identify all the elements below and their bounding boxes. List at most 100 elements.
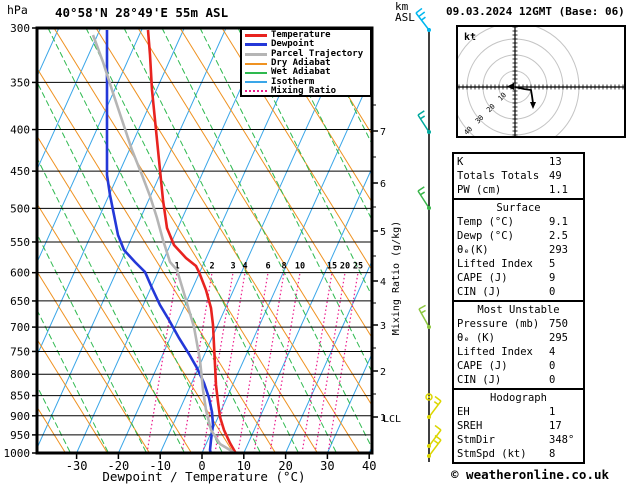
row-value: 0: [549, 374, 556, 386]
pressure-tick-label: 400: [10, 124, 30, 137]
row-value: 348°: [549, 434, 575, 446]
table-title: Most Unstable: [477, 304, 560, 316]
table-row: CAPE (J) 0: [454, 359, 583, 373]
isotherm-line: [368, 445, 372, 453]
row-label: θₑ (K): [457, 332, 495, 344]
row-label: StmDir: [457, 434, 495, 446]
legend-line-sample: [245, 52, 267, 56]
pressure-tick-label: 500: [10, 202, 30, 215]
data-table: K 13 Totals Totals 49 PW (cm) 1.1: [452, 152, 585, 200]
legend-line-sample: [245, 71, 267, 74]
hodograph-trace-arrow: [530, 102, 536, 109]
stats-panel: K 13 Totals Totals 49 PW (cm) 1.1 Surface Temp …: [452, 152, 585, 464]
mixing-ratio-label: 25: [353, 262, 363, 272]
mixing-ratio-label: 4: [242, 262, 247, 272]
table-row: Temp (°C) 9.1: [454, 215, 583, 229]
row-label: CAPE (J): [457, 272, 508, 284]
row-label: CIN (J): [457, 286, 502, 298]
row-value: 1.1: [549, 184, 568, 196]
table-row: StmSpd (kt) 8: [454, 447, 583, 461]
row-label: CAPE (J): [457, 360, 508, 372]
sounding-chart-page: hPa 40°58'N 28°49'E 55m ASL km ASL 09.03…: [0, 0, 629, 486]
row-label: θₑ(K): [457, 244, 489, 256]
km-tick-label: 5: [380, 227, 386, 238]
row-label: K: [457, 156, 464, 168]
temp-tick-label: 10: [237, 459, 251, 473]
skewt-diagram: Dewpoint / Temperature (°C) Mixing Ratio…: [4, 7, 442, 484]
km-tick-label: 4: [380, 277, 386, 288]
row-value: 4: [549, 346, 556, 358]
mixing-ratio-label: 20: [340, 262, 350, 272]
legend-line-sample: [245, 90, 267, 93]
data-table: Surface Temp (°C) 9.1 Dewp (°C) 2.5 θₑ(K) 293 L…: [452, 198, 585, 302]
temp-tick-label: -30: [66, 459, 88, 473]
table-row: Dewp (°C) 2.5: [454, 229, 583, 243]
table-row: CIN (J) 0: [454, 285, 583, 299]
legend-item-label: Mixing Ratio: [271, 85, 337, 96]
table-row: Totals Totals 49: [454, 169, 583, 183]
skewt-background: [37, 28, 372, 453]
row-label: Pressure (mb): [457, 318, 540, 330]
row-value: 17: [549, 420, 562, 432]
legend-box: Temperature Dewpoint Parcel Trajectory Dry …: [240, 28, 372, 97]
table-row: K 13: [454, 155, 583, 169]
datetime-title: 09.03.2024 12GMT (Base: 06): [446, 5, 625, 18]
km-tick-label: 2: [380, 367, 386, 378]
mixing-ratio-line: [314, 272, 346, 453]
table-row: θₑ (K) 295: [454, 331, 583, 345]
row-value: 5: [549, 258, 556, 270]
row-value: 9: [549, 272, 556, 284]
wet-adiabat-line: [47, 28, 261, 453]
row-value: 8: [549, 448, 556, 460]
dry-adiabat-line: [37, 67, 276, 453]
legend-line-sample: [245, 34, 267, 38]
temp-tick-label: 30: [320, 459, 334, 473]
pressure-tick-label: 700: [10, 321, 30, 334]
row-label: Lifted Index: [457, 258, 533, 270]
table-row: CAPE (J) 9: [454, 271, 583, 285]
legend-line-sample: [245, 62, 267, 65]
pressure-tick-label: 300: [10, 22, 30, 35]
isotherm-line: [37, 28, 227, 450]
pressure-tick-label: 650: [10, 295, 30, 308]
mixing-ratio-axis-label: Mixing Ratio (g/kg): [391, 221, 402, 335]
row-label: StmSpd (kt): [457, 448, 527, 460]
legend-item-label: Wet Adiabat: [271, 67, 331, 78]
legend-item: Mixing Ratio: [245, 85, 370, 96]
pressure-tick-label: 850: [10, 390, 30, 403]
mixing-ratio-label: 3: [230, 262, 235, 272]
mixing-ratio-label: 6: [265, 262, 270, 272]
row-value: 295: [549, 332, 568, 344]
table-row: Lifted Index 4: [454, 345, 583, 359]
table-title: Hodograph: [490, 392, 547, 404]
row-label: EH: [457, 406, 470, 418]
table-row: SREH 17: [454, 419, 583, 433]
table-row: Pressure (mb) 750: [454, 317, 583, 331]
hodograph-storm-arrow: [507, 83, 514, 90]
row-label: CIN (J): [457, 374, 502, 386]
row-value: 13: [549, 156, 562, 168]
temp-tick-label: -10: [149, 459, 171, 473]
pressure-tick-label: 950: [10, 429, 30, 442]
row-value: 0: [549, 286, 556, 298]
mixing-ratio-label: 10: [295, 262, 305, 272]
km-tick-label: 7: [380, 127, 386, 138]
row-label: PW (cm): [457, 184, 502, 196]
table-title: Surface: [496, 202, 541, 214]
mixing-ratio-label: 2: [209, 262, 214, 272]
row-value: 0: [549, 360, 556, 372]
row-label: Temp (°C): [457, 216, 514, 228]
row-label: Lifted Index: [457, 346, 533, 358]
table-row: CIN (J) 0: [454, 373, 583, 387]
row-label: Dewp (°C): [457, 230, 514, 242]
pressure-tick-label: 900: [10, 410, 30, 423]
table-row: PW (cm) 1.1: [454, 183, 583, 197]
pressure-tick-label: 800: [10, 368, 30, 381]
row-value: 9.1: [549, 216, 568, 228]
wind-barb: [415, 7, 431, 32]
hodograph: kt 10203040: [456, 25, 626, 138]
parcel-trajectory-curve: [91, 34, 237, 453]
table-row: EH 1: [454, 405, 583, 419]
pressure-tick-label: 350: [10, 76, 30, 89]
data-table: Most Unstable Pressure (mb) 750 θₑ (K) 295 Li…: [452, 300, 585, 390]
